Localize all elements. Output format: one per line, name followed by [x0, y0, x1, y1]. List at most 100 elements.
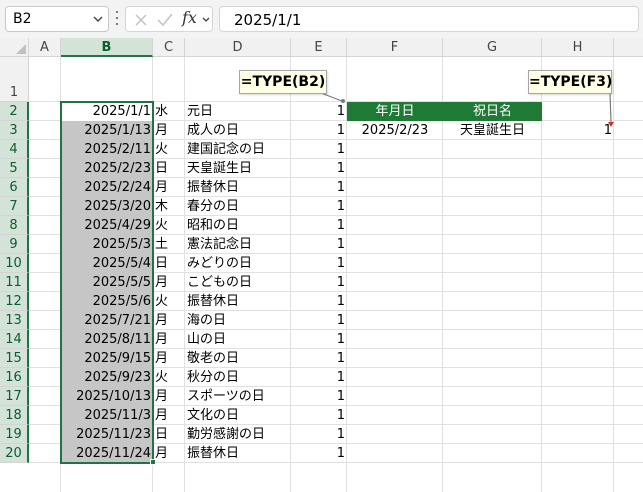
holiday-name-cell[interactable]: 勤労感謝の日: [185, 425, 291, 444]
column-header-f[interactable]: F: [347, 38, 443, 57]
holiday-name-cell[interactable]: 敬老の日: [185, 349, 291, 368]
type-result-cell[interactable]: 1: [542, 121, 614, 140]
holiday-name-cell[interactable]: 昭和の日: [185, 216, 291, 235]
type-cell[interactable]: 1: [291, 406, 347, 425]
type-cell[interactable]: 1: [291, 159, 347, 178]
weekday-cell[interactable]: 木: [153, 197, 185, 216]
type-cell[interactable]: 1: [291, 387, 347, 406]
holiday-name-cell[interactable]: 天皇誕生日: [185, 159, 291, 178]
holiday-name-cell[interactable]: こどもの日: [185, 273, 291, 292]
weekday-cell[interactable]: 火: [153, 216, 185, 235]
row-header-18[interactable]: 18: [0, 406, 29, 425]
type-cell[interactable]: 1: [291, 330, 347, 349]
weekday-cell[interactable]: 月: [153, 387, 185, 406]
row-header-7[interactable]: 7: [0, 197, 29, 216]
type-cell[interactable]: 1: [291, 425, 347, 444]
fill-handle[interactable]: [150, 459, 156, 465]
column-header-a[interactable]: A: [29, 38, 61, 57]
row-header-12[interactable]: 12: [0, 292, 29, 311]
row-header-14[interactable]: 14: [0, 330, 29, 349]
holiday-name-cell[interactable]: 憲法記念日: [185, 235, 291, 254]
row-header-3[interactable]: 3: [0, 121, 29, 140]
type-cell[interactable]: 1: [291, 178, 347, 197]
row-header-8[interactable]: 8: [0, 216, 29, 235]
column-header-g[interactable]: G: [443, 38, 542, 57]
weekday-cell[interactable]: 日: [153, 159, 185, 178]
holiday-name-cell[interactable]: みどりの日: [185, 254, 291, 273]
row-header-13[interactable]: 13: [0, 311, 29, 330]
holiday-name-cell[interactable]: 海の日: [185, 311, 291, 330]
row-header-9[interactable]: 9: [0, 235, 29, 254]
weekday-cell[interactable]: 日: [153, 425, 185, 444]
holiday-name-cell[interactable]: スポーツの日: [185, 387, 291, 406]
row-header-2[interactable]: 2: [0, 102, 29, 121]
holiday-name-cell[interactable]: 振替休日: [185, 444, 291, 463]
type-cell[interactable]: 1: [291, 121, 347, 140]
column-header-d[interactable]: D: [185, 38, 291, 57]
row-header-19[interactable]: 19: [0, 425, 29, 444]
lookup-date-cell[interactable]: 2025/2/23: [347, 121, 443, 140]
holiday-name-cell[interactable]: 成人の日: [185, 121, 291, 140]
enter-check-icon[interactable]: [157, 13, 173, 27]
weekday-cell[interactable]: 月: [153, 349, 185, 368]
column-header-h[interactable]: H: [542, 38, 614, 57]
chevron-down-icon[interactable]: [202, 16, 210, 23]
type-cell[interactable]: 1: [291, 311, 347, 330]
weekday-cell[interactable]: 月: [153, 178, 185, 197]
type-cell[interactable]: 1: [291, 368, 347, 387]
row-header-11[interactable]: 11: [0, 273, 29, 292]
more-options-icon[interactable]: [115, 11, 119, 27]
weekday-cell[interactable]: 月: [153, 406, 185, 425]
row-header-4[interactable]: 4: [0, 140, 29, 159]
weekday-cell[interactable]: 月: [153, 273, 185, 292]
weekday-cell[interactable]: 火: [153, 368, 185, 387]
formula-input[interactable]: 2025/1/1: [219, 6, 639, 32]
cancel-icon[interactable]: [134, 13, 148, 27]
weekday-cell[interactable]: 火: [153, 292, 185, 311]
lookup-header-name[interactable]: 祝日名: [443, 102, 542, 121]
type-cell[interactable]: 1: [291, 349, 347, 368]
type-cell[interactable]: 1: [291, 140, 347, 159]
column-header-b[interactable]: B: [61, 38, 153, 57]
holiday-name-cell[interactable]: 建国記念の日: [185, 140, 291, 159]
type-cell[interactable]: 1: [291, 292, 347, 311]
holiday-name-cell[interactable]: 振替休日: [185, 292, 291, 311]
type-cell[interactable]: 1: [291, 254, 347, 273]
weekday-cell[interactable]: 土: [153, 235, 185, 254]
lookup-header-date[interactable]: 年月日: [347, 102, 443, 121]
holiday-name-cell[interactable]: 元日: [185, 102, 291, 121]
weekday-cell[interactable]: 月: [153, 311, 185, 330]
holiday-name-cell[interactable]: 文化の日: [185, 406, 291, 425]
spreadsheet-grid[interactable]: A B C D E F G H 1 2 3 4 5 6 7 8 9 10 11 12 13 14 15 16 1…: [0, 38, 643, 492]
name-box[interactable]: B2: [5, 6, 109, 32]
row-header-6[interactable]: 6: [0, 178, 29, 197]
holiday-name-cell[interactable]: 春分の日: [185, 197, 291, 216]
row-header-10[interactable]: 10: [0, 254, 29, 273]
type-cell[interactable]: 1: [291, 102, 347, 121]
column-header-e[interactable]: E: [291, 38, 347, 57]
weekday-cell[interactable]: 月: [153, 330, 185, 349]
select-all-button[interactable]: [0, 38, 29, 57]
row-header-1[interactable]: 1: [0, 57, 29, 102]
row-header-15[interactable]: 15: [0, 349, 29, 368]
row-header-5[interactable]: 5: [0, 159, 29, 178]
type-cell[interactable]: 1: [291, 273, 347, 292]
type-cell[interactable]: 1: [291, 216, 347, 235]
column-header-i[interactable]: [614, 38, 643, 57]
holiday-name-cell[interactable]: 振替休日: [185, 178, 291, 197]
lookup-name-cell[interactable]: 天皇誕生日: [443, 121, 542, 140]
weekday-cell[interactable]: 月: [153, 444, 185, 463]
type-cell[interactable]: 1: [291, 197, 347, 216]
row-header-16[interactable]: 16: [0, 368, 29, 387]
weekday-cell[interactable]: 月: [153, 121, 185, 140]
chevron-down-icon[interactable]: [93, 15, 103, 23]
holiday-name-cell[interactable]: 山の日: [185, 330, 291, 349]
type-cell[interactable]: 1: [291, 444, 347, 463]
weekday-cell[interactable]: 水: [153, 102, 185, 121]
row-header-20[interactable]: 20: [0, 444, 29, 463]
column-header-c[interactable]: C: [153, 38, 185, 57]
insert-function-icon[interactable]: fx: [182, 8, 197, 27]
type-cell[interactable]: 1: [291, 235, 347, 254]
weekday-cell[interactable]: 火: [153, 140, 185, 159]
holiday-name-cell[interactable]: 秋分の日: [185, 368, 291, 387]
